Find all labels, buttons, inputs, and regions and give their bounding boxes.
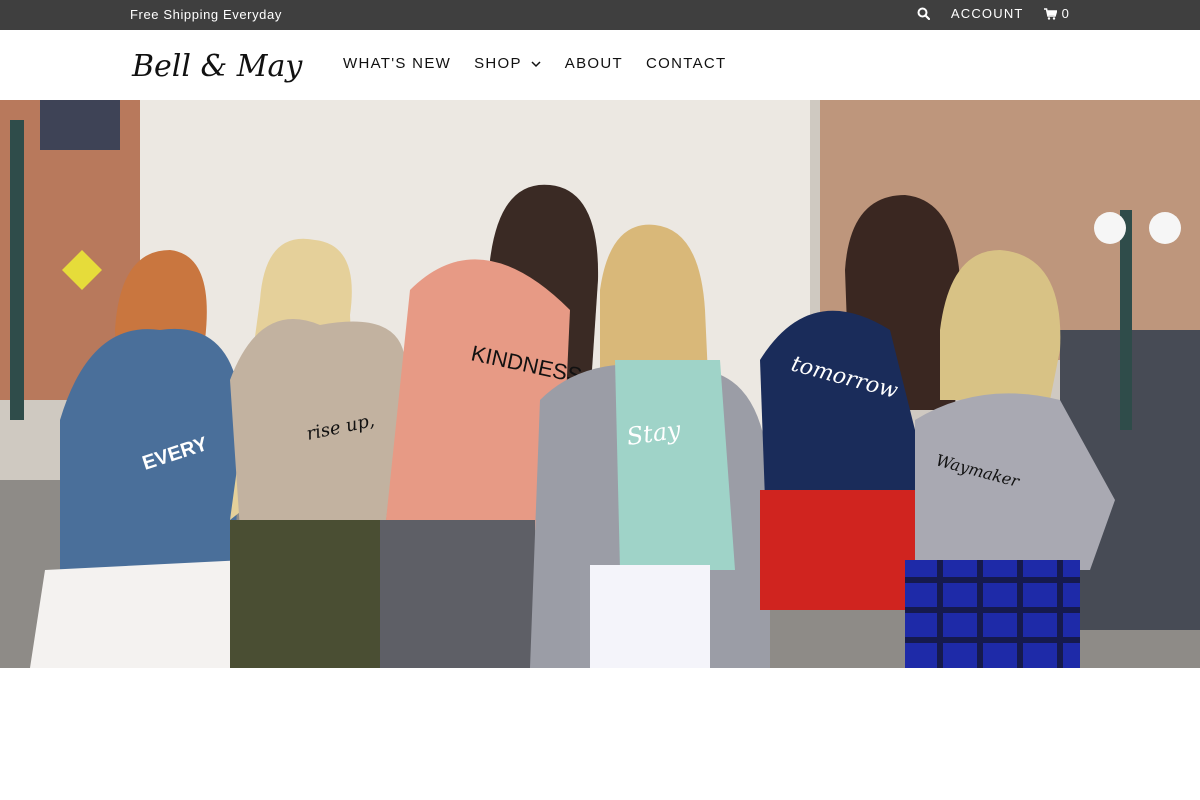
- nav-label: ABOUT: [564, 55, 623, 72]
- promo-text: Free Shipping Everyday: [130, 7, 282, 22]
- cart-link[interactable]: 0: [1044, 6, 1070, 21]
- site-header: Bell & May WHAT'S NEW SHOP ABOUT CONTACT: [0, 30, 1200, 100]
- utility-nav: ACCOUNT 0: [917, 6, 1070, 21]
- account-link[interactable]: ACCOUNT: [951, 6, 1024, 21]
- announcement-bar: Free Shipping Everyday ACCOUNT 0: [0, 0, 1200, 30]
- hero-illustration: EVERY rise up, KINDNESS Stay tomorrow Wa…: [0, 100, 1200, 668]
- nav-label: CONTACT: [645, 55, 727, 72]
- hero-banner[interactable]: EVERY rise up, KINDNESS Stay tomorrow Wa…: [0, 100, 1200, 668]
- nav-label: WHAT'S NEW: [343, 55, 452, 72]
- nav-about[interactable]: ABOUT: [565, 55, 623, 72]
- nav-contact[interactable]: CONTACT: [646, 55, 726, 72]
- brand-logo[interactable]: Bell & May: [130, 42, 315, 90]
- search-icon[interactable]: [917, 7, 931, 21]
- nav-whats-new[interactable]: WHAT'S NEW: [343, 55, 451, 72]
- chevron-down-icon: [530, 58, 542, 70]
- cart-icon: [1044, 7, 1058, 21]
- main-nav: WHAT'S NEW SHOP ABOUT CONTACT: [343, 55, 726, 72]
- logo-text: Bell & May: [131, 49, 303, 84]
- cart-count: 0: [1061, 6, 1070, 21]
- nav-label: SHOP: [474, 55, 522, 72]
- page-content-area: [0, 668, 1200, 800]
- nav-shop[interactable]: SHOP: [474, 55, 542, 72]
